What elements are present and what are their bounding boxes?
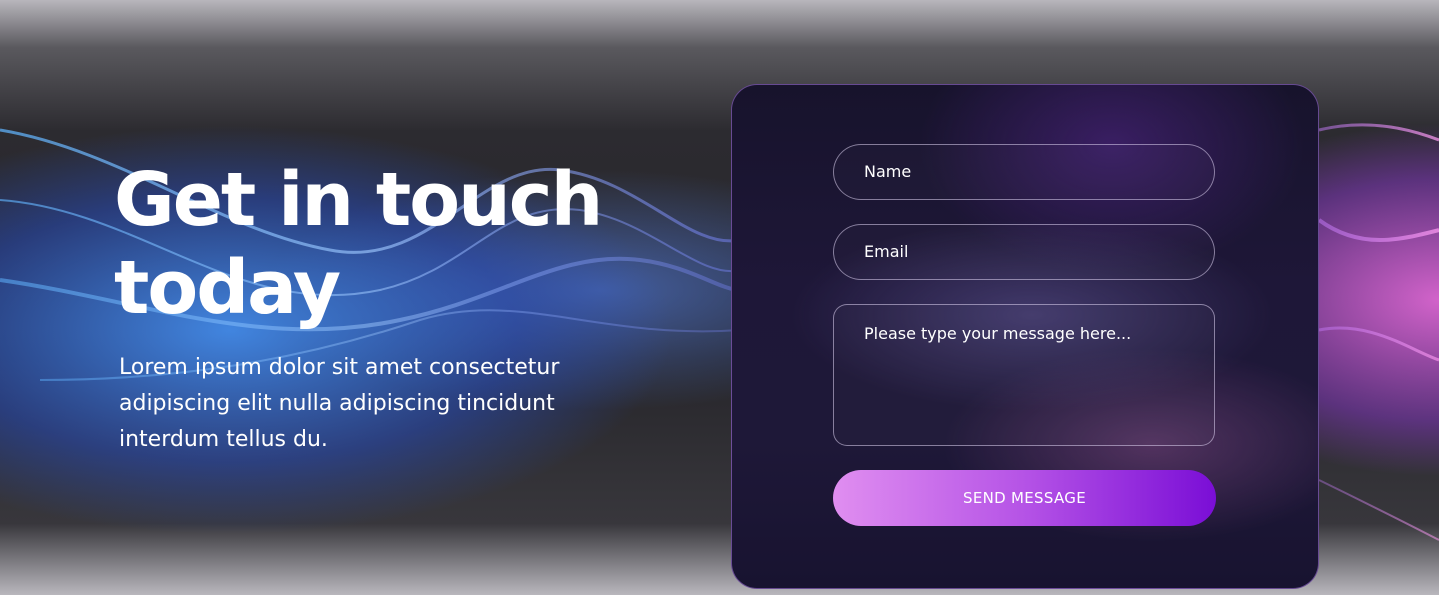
message-textarea[interactable]: Please type your message here... [833,304,1215,446]
hero-title: Get in touch today [114,156,674,332]
name-placeholder: Name [864,162,912,181]
hero-description: Lorem ipsum dolor sit amet consectetur a… [119,350,639,458]
hero-description-line: adipiscing elit nulla adipiscing tincidu… [119,391,555,416]
send-message-label: SEND MESSAGE [963,489,1086,507]
hero-title-line: Get in touch [114,157,603,243]
contact-form-card: Name Email Please type your message here… [731,84,1319,589]
email-placeholder: Email [864,242,909,261]
hero-description-line: Lorem ipsum dolor sit amet consectetur [119,355,560,380]
email-field[interactable]: Email [833,224,1215,280]
message-placeholder: Please type your message here... [864,324,1132,343]
hero-description-line: interdum tellus du. [119,427,328,452]
send-message-button[interactable]: SEND MESSAGE [833,470,1216,526]
name-field[interactable]: Name [833,144,1215,200]
hero-title-line: today [114,245,341,331]
